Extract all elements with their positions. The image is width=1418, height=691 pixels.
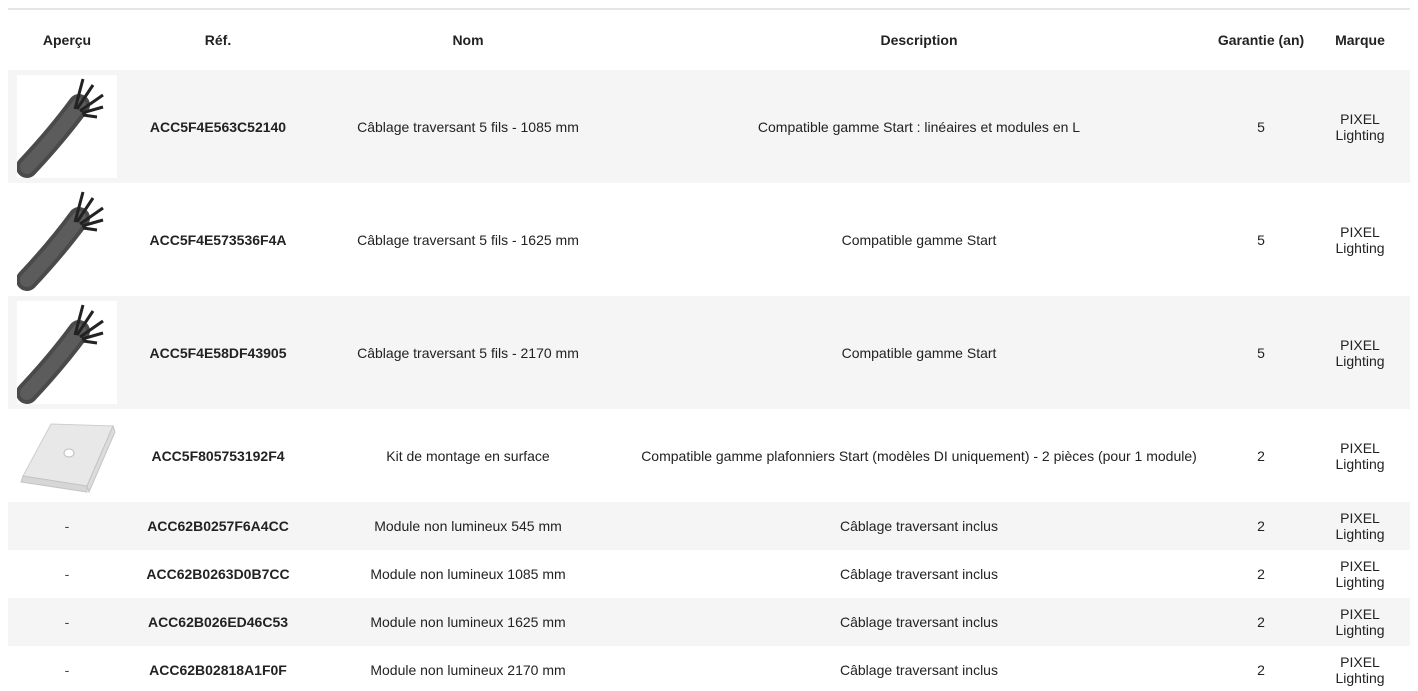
ref-cell: ACC62B026ED46C53 bbox=[126, 598, 310, 646]
page: Aperçu Réf. Nom Description Garantie (an… bbox=[0, 0, 1418, 691]
header-preview[interactable]: Aperçu bbox=[8, 10, 126, 70]
description-cell: Compatible gamme plafonniers Start (modè… bbox=[626, 409, 1212, 502]
brand-cell: PIXEL Lighting bbox=[1310, 550, 1410, 598]
table-header-row: Aperçu Réf. Nom Description Garantie (an… bbox=[8, 10, 1410, 70]
description-cell: Compatible gamme Start bbox=[626, 183, 1212, 296]
name-cell: Module non lumineux 2170 mm bbox=[310, 646, 626, 691]
brand-cell: PIXEL Lighting bbox=[1310, 598, 1410, 646]
ref-cell: ACC5F805753192F4 bbox=[126, 409, 310, 502]
ref-cell: ACC62B0257F6A4CC bbox=[126, 502, 310, 550]
warranty-cell: 5 bbox=[1212, 296, 1310, 409]
description-cell: Compatible gamme Start : linéaires et mo… bbox=[626, 70, 1212, 183]
name-cell: Câblage traversant 5 fils - 2170 mm bbox=[310, 296, 626, 409]
table-row[interactable]: ACC5F4E563C52140 Câblage traversant 5 fi… bbox=[8, 70, 1410, 183]
description-cell: Câblage traversant inclus bbox=[626, 502, 1212, 550]
name-cell: Câblage traversant 5 fils - 1625 mm bbox=[310, 183, 626, 296]
brand-cell: PIXEL Lighting bbox=[1310, 502, 1410, 550]
brand-cell: PIXEL Lighting bbox=[1310, 183, 1410, 296]
table-row[interactable]: - ACC62B026ED46C53 Module non lumineux 1… bbox=[8, 598, 1410, 646]
warranty-cell: 2 bbox=[1212, 646, 1310, 691]
preview-cell: - bbox=[8, 646, 126, 691]
header-brand[interactable]: Marque bbox=[1310, 10, 1410, 70]
ref-cell: ACC5F4E58DF43905 bbox=[126, 296, 310, 409]
description-cell: Câblage traversant inclus bbox=[626, 550, 1212, 598]
brand-cell: PIXEL Lighting bbox=[1310, 296, 1410, 409]
cable-icon[interactable] bbox=[17, 301, 117, 404]
warranty-cell: 5 bbox=[1212, 70, 1310, 183]
brand-cell: PIXEL Lighting bbox=[1310, 646, 1410, 691]
warranty-cell: 5 bbox=[1212, 183, 1310, 296]
preview-cell bbox=[8, 183, 126, 296]
warranty-cell: 2 bbox=[1212, 550, 1310, 598]
table-row[interactable]: - ACC62B0257F6A4CC Module non lumineux 5… bbox=[8, 502, 1410, 550]
preview-cell: - bbox=[8, 550, 126, 598]
table-row[interactable]: ACC5F4E573536F4A Câblage traversant 5 fi… bbox=[8, 183, 1410, 296]
header-description[interactable]: Description bbox=[626, 10, 1212, 70]
preview-cell: - bbox=[8, 598, 126, 646]
name-cell: Câblage traversant 5 fils - 1085 mm bbox=[310, 70, 626, 183]
table-row[interactable]: ACC5F4E58DF43905 Câblage traversant 5 fi… bbox=[8, 296, 1410, 409]
name-cell: Module non lumineux 1085 mm bbox=[310, 550, 626, 598]
header-warranty[interactable]: Garantie (an) bbox=[1212, 10, 1310, 70]
table-row[interactable]: - ACC62B02818A1F0F Module non lumineux 2… bbox=[8, 646, 1410, 691]
name-cell: Module non lumineux 545 mm bbox=[310, 502, 626, 550]
brand-cell: PIXEL Lighting bbox=[1310, 70, 1410, 183]
header-ref[interactable]: Réf. bbox=[126, 10, 310, 70]
preview-cell bbox=[8, 70, 126, 183]
description-cell: Câblage traversant inclus bbox=[626, 646, 1212, 691]
description-cell: Câblage traversant inclus bbox=[626, 598, 1212, 646]
preview-cell bbox=[8, 296, 126, 409]
header-name[interactable]: Nom bbox=[310, 10, 626, 70]
table-row[interactable]: - ACC62B0263D0B7CC Module non lumineux 1… bbox=[8, 550, 1410, 598]
table-row[interactable]: ACC5F805753192F4 Kit de montage en surfa… bbox=[8, 409, 1410, 502]
brand-cell: PIXEL Lighting bbox=[1310, 409, 1410, 502]
cable-icon[interactable] bbox=[17, 188, 117, 291]
warranty-cell: 2 bbox=[1212, 502, 1310, 550]
preview-cell bbox=[8, 409, 126, 502]
preview-cell: - bbox=[8, 502, 126, 550]
ref-cell: ACC5F4E563C52140 bbox=[126, 70, 310, 183]
ref-cell: ACC62B0263D0B7CC bbox=[126, 550, 310, 598]
warranty-cell: 2 bbox=[1212, 598, 1310, 646]
warranty-cell: 2 bbox=[1212, 409, 1310, 502]
mounting-plate-icon[interactable] bbox=[17, 415, 117, 496]
name-cell: Kit de montage en surface bbox=[310, 409, 626, 502]
ref-cell: ACC5F4E573536F4A bbox=[126, 183, 310, 296]
ref-cell: ACC62B02818A1F0F bbox=[126, 646, 310, 691]
accessories-table: Aperçu Réf. Nom Description Garantie (an… bbox=[8, 10, 1410, 691]
cable-icon[interactable] bbox=[17, 75, 117, 178]
name-cell: Module non lumineux 1625 mm bbox=[310, 598, 626, 646]
description-cell: Compatible gamme Start bbox=[626, 296, 1212, 409]
